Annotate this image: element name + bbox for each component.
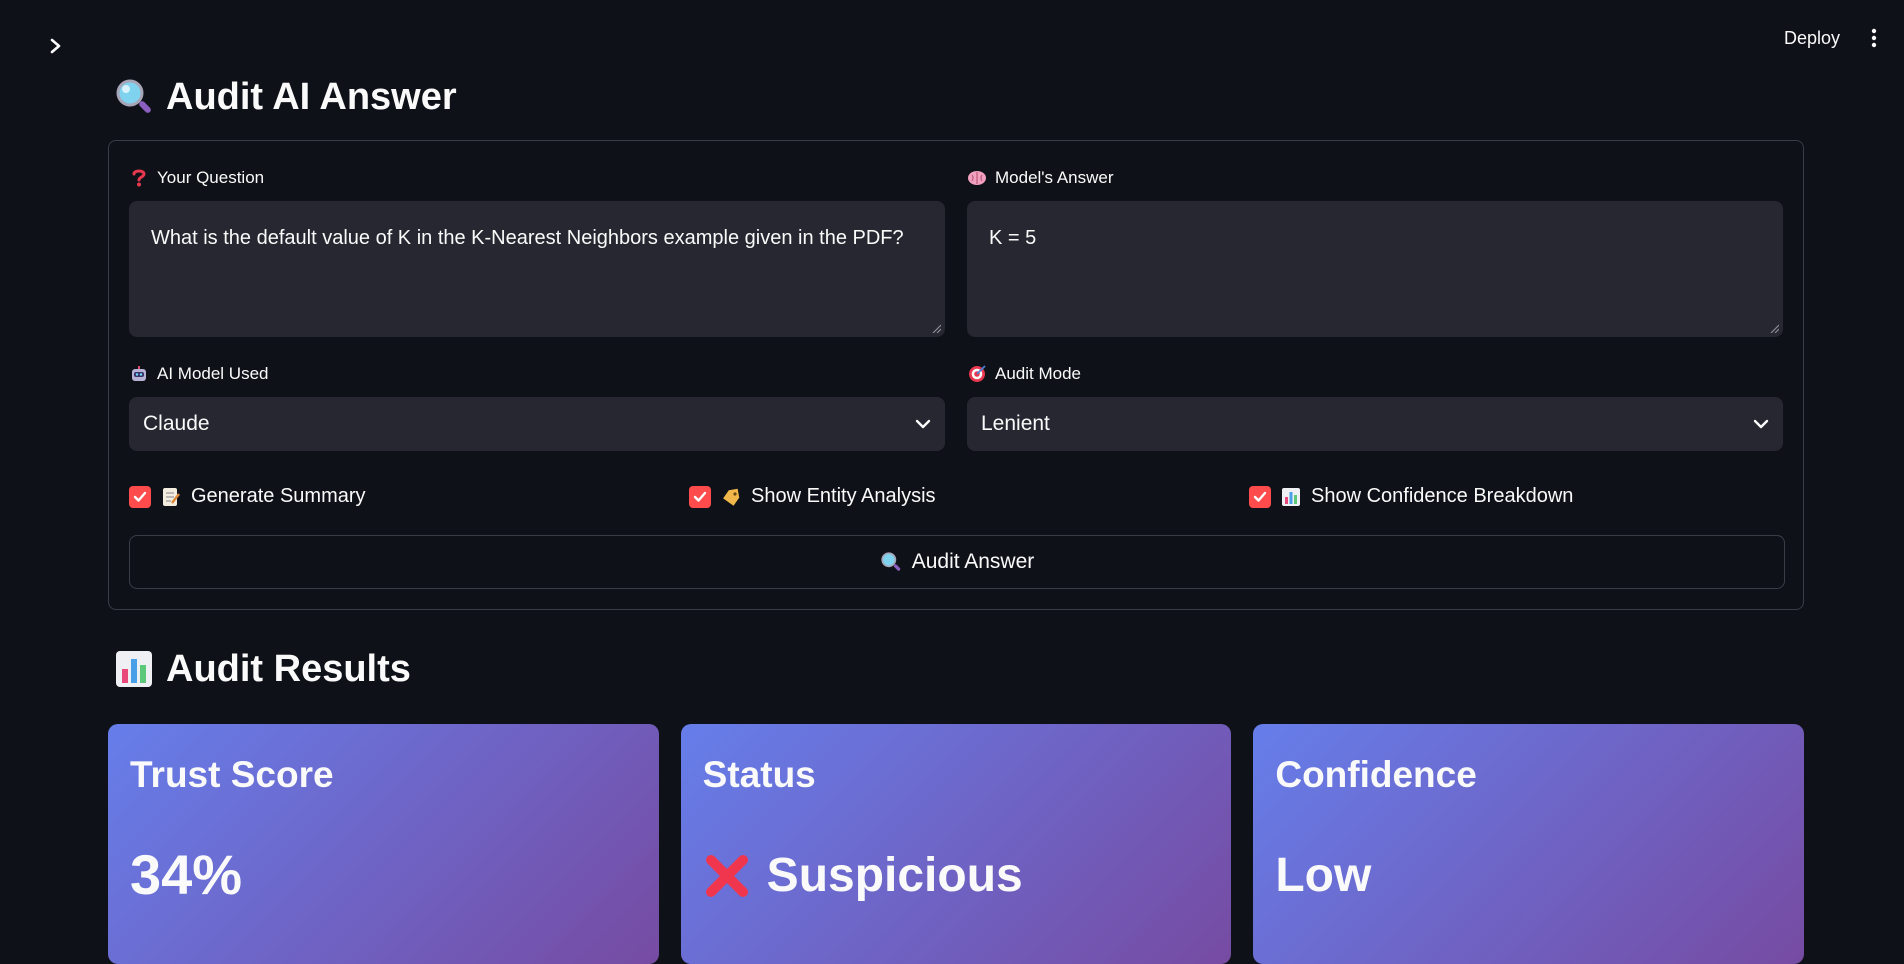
question-textarea[interactable]: What is the default value of K in the K-… bbox=[129, 201, 945, 337]
top-toolbar: Deploy bbox=[1784, 26, 1884, 50]
page-title: Audit AI Answer bbox=[114, 70, 1804, 124]
page-title-text: Audit AI Answer bbox=[166, 75, 457, 118]
resize-handle-icon[interactable] bbox=[931, 323, 941, 333]
more-vertical-icon bbox=[1871, 28, 1877, 48]
magnifying-glass-icon bbox=[116, 79, 151, 113]
tag-icon bbox=[721, 487, 741, 507]
expand-sidebar-button[interactable] bbox=[44, 34, 68, 58]
audit-answer-label: Audit Answer bbox=[911, 550, 1035, 573]
mode-label: Audit Mode bbox=[967, 363, 1783, 385]
status-value: Suspicious bbox=[703, 848, 1210, 903]
mode-selected-value: Lenient bbox=[981, 412, 1050, 435]
trust-score-card: Trust Score 34% bbox=[108, 724, 659, 964]
cross-mark-icon bbox=[705, 854, 748, 897]
answer-textarea[interactable]: K = 5 bbox=[967, 201, 1783, 337]
model-field: AI Model Used Claude bbox=[129, 363, 945, 451]
chevron-right-icon bbox=[50, 38, 61, 54]
chevron-down-icon bbox=[1753, 419, 1769, 429]
options-row: Generate Summary Show Entity Analysis Sh bbox=[129, 485, 1785, 515]
question-label: Your Question bbox=[129, 167, 945, 189]
question-mark-icon bbox=[129, 168, 149, 188]
model-selected-value: Claude bbox=[143, 412, 210, 435]
show-entity-analysis-checkbox[interactable]: Show Entity Analysis bbox=[689, 485, 936, 508]
chevron-down-icon bbox=[915, 419, 931, 429]
robot-icon bbox=[129, 364, 149, 384]
results-cards: Trust Score 34% Status Suspicious Confid… bbox=[108, 724, 1805, 964]
question-field: Your Question What is the default value … bbox=[129, 167, 945, 337]
generate-summary-checkbox[interactable]: Generate Summary bbox=[129, 485, 366, 508]
main-content: Audit AI Answer Your Question What is th… bbox=[108, 70, 1805, 964]
card-title: Confidence bbox=[1275, 754, 1477, 795]
mode-field: Audit Mode Lenient bbox=[967, 363, 1783, 451]
question-text: What is the default value of K in the K-… bbox=[151, 227, 904, 249]
checkbox-checked-icon[interactable] bbox=[1249, 485, 1271, 508]
answer-field: Model's Answer K = 5 bbox=[967, 167, 1783, 337]
answer-label: Model's Answer bbox=[967, 167, 1783, 189]
model-label: AI Model Used bbox=[129, 363, 945, 385]
resize-handle-icon[interactable] bbox=[1769, 323, 1779, 333]
answer-text: K = 5 bbox=[989, 227, 1037, 249]
brain-icon bbox=[967, 168, 987, 188]
main-menu-button[interactable] bbox=[1864, 26, 1884, 50]
bar-chart-icon bbox=[1281, 487, 1301, 507]
card-title: Status bbox=[702, 754, 816, 795]
magnifying-glass-icon bbox=[881, 552, 900, 571]
confidence-card: Confidence Low bbox=[1253, 724, 1805, 964]
memo-icon bbox=[161, 487, 181, 507]
show-confidence-breakdown-checkbox[interactable]: Show Confidence Breakdown bbox=[1249, 485, 1573, 508]
results-title-text: Audit Results bbox=[166, 647, 411, 690]
checkbox-checked-icon[interactable] bbox=[129, 485, 151, 508]
bar-chart-icon bbox=[116, 651, 152, 687]
audit-form: Your Question What is the default value … bbox=[108, 140, 1804, 610]
mode-select[interactable]: Lenient bbox=[967, 397, 1783, 451]
model-select[interactable]: Claude bbox=[129, 397, 945, 451]
audit-answer-button[interactable]: Audit Answer bbox=[129, 535, 1785, 589]
target-icon bbox=[967, 364, 987, 384]
card-title: Trust Score bbox=[130, 754, 334, 795]
results-title: Audit Results bbox=[114, 642, 1804, 696]
trust-score-value: 34% bbox=[130, 843, 243, 906]
status-card: Status Suspicious bbox=[680, 724, 1232, 964]
confidence-value: Low bbox=[1275, 849, 1372, 902]
checkbox-checked-icon[interactable] bbox=[689, 485, 711, 508]
deploy-button[interactable]: Deploy bbox=[1784, 28, 1840, 49]
